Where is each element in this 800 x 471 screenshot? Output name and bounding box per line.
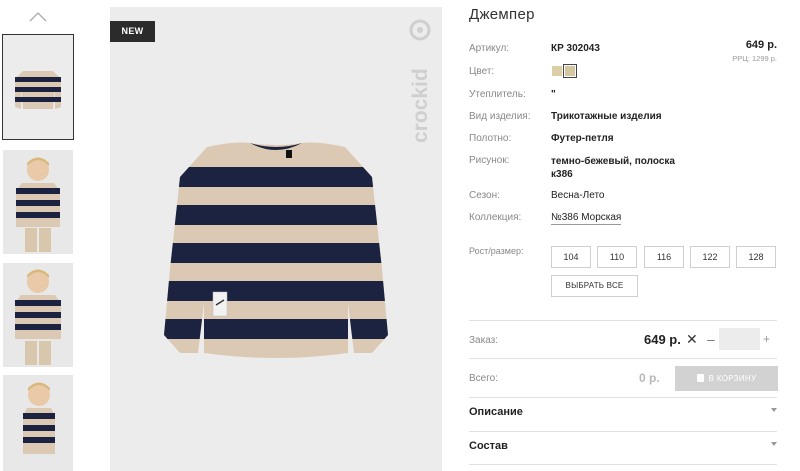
quantity-input[interactable] (719, 328, 760, 350)
attr-label: Полотно: (469, 133, 512, 144)
main-product-image[interactable]: NEW crockid (110, 7, 442, 471)
accordion-title: Состав (469, 440, 508, 452)
caret-down-icon (771, 442, 777, 446)
color-swatch-1[interactable] (552, 66, 562, 76)
size-128-button[interactable]: 128 (736, 246, 776, 268)
total-label: Всего: (469, 373, 498, 384)
order-price: 649 р. (644, 332, 681, 347)
remove-order-icon[interactable]: ✕ (686, 331, 698, 348)
attr-label: Артикул: (469, 43, 510, 54)
total-value: 0 р. (639, 371, 660, 385)
size-116-button[interactable]: 116 (644, 246, 684, 268)
divider (469, 464, 777, 465)
attr-label: Коллекция: (469, 212, 522, 223)
accordion-title: Описание (469, 406, 523, 418)
accordion-description[interactable]: Описание (469, 398, 777, 428)
caret-down-icon (771, 408, 777, 412)
thumbnail-child-front[interactable] (3, 150, 73, 254)
thumbnail-child-side[interactable] (3, 375, 73, 471)
order-label: Заказ: (469, 335, 499, 346)
attr-label: Утеплитель: (469, 89, 526, 100)
attr-value: КР 302043 (551, 43, 600, 54)
product-rrp: РРЦ: 1299 р. (732, 54, 777, 63)
attr-value: Весна-Лето (551, 190, 605, 201)
jumper-image (164, 142, 388, 358)
shopping-bag-icon (696, 374, 704, 382)
attr-label: Вид изделия: (469, 111, 531, 122)
color-swatch-2-selected[interactable] (563, 64, 577, 78)
quantity-decrease-button[interactable]: – (707, 331, 715, 347)
thumbnail-child-front-2[interactable] (3, 263, 73, 367)
attr-label: Рисунок: (469, 155, 510, 166)
add-to-cart-label: В КОРЗИНУ (708, 374, 757, 383)
attr-label: Сезон: (469, 190, 500, 201)
thumbnail-product[interactable] (2, 34, 74, 140)
attr-value: Трикотажные изделия (551, 111, 662, 122)
quantity-increase-button[interactable]: + (763, 332, 770, 346)
attr-value: Футер-петля (551, 133, 614, 144)
attr-value: темно-бежевый, полоска к386 (551, 156, 675, 180)
collection-link[interactable]: №386 Морская (551, 212, 622, 225)
size-122-button[interactable]: 122 (690, 246, 730, 268)
attr-label: Цвет: (469, 66, 495, 77)
add-to-cart-button[interactable]: В КОРЗИНУ (675, 366, 778, 391)
chevron-up-icon[interactable] (26, 10, 50, 24)
attr-value: " (551, 89, 556, 100)
divider (469, 358, 777, 359)
accordion-composition[interactable]: Состав (469, 432, 777, 462)
size-label: Рост/размер: (469, 246, 524, 256)
product-price: 649 р. (745, 39, 777, 51)
size-110-button[interactable]: 110 (597, 246, 637, 268)
thumbnail-strip (0, 0, 78, 471)
product-title: Джемпер (469, 6, 535, 23)
select-all-sizes-button[interactable]: ВЫБРАТЬ ВСЕ (551, 275, 638, 297)
divider (469, 320, 777, 321)
size-104-button[interactable]: 104 (551, 246, 591, 268)
